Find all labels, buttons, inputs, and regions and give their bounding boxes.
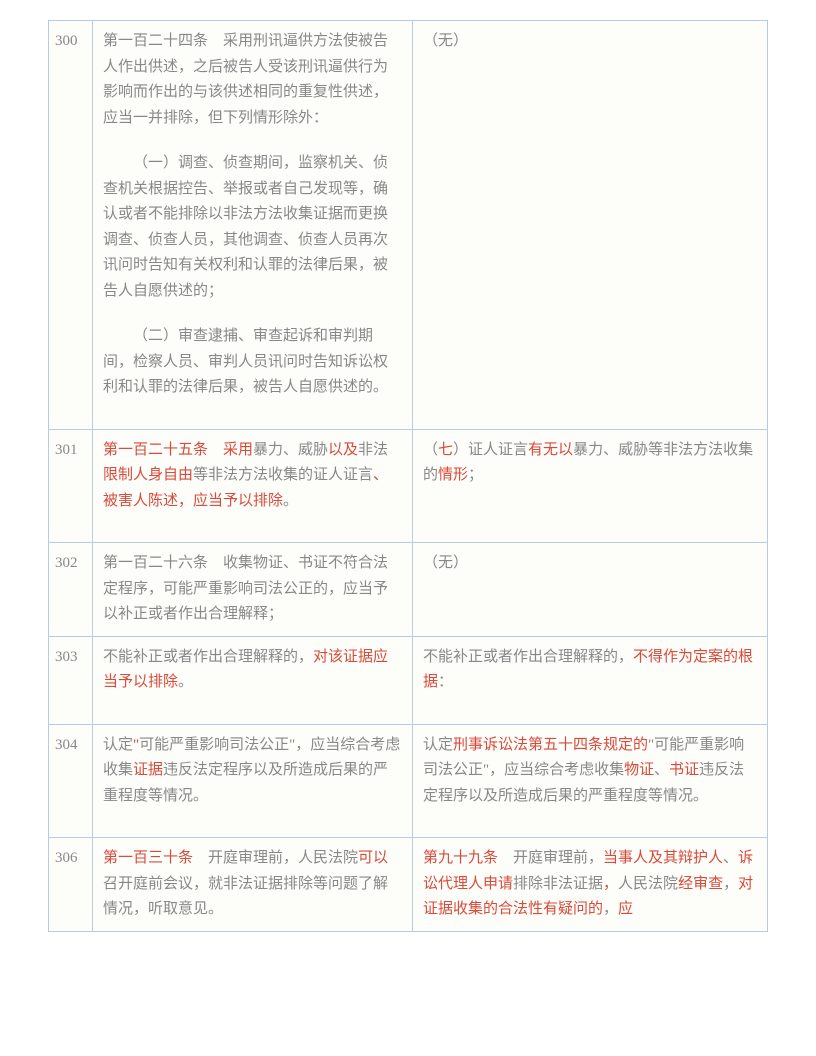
plain-text: 不能补正或者作出合理解释的， <box>423 649 633 665</box>
article-text: 第一百二十六条 收集物证、书证不符合法定程序，可能严重影响司法公正的，应当予以补… <box>103 555 388 622</box>
diff-text: 可以 <box>358 850 388 866</box>
left-cell: 第一百二十四条 采用刑讯逼供方法使被告人作出供述，之后被告人受该刑讯逼供行为影响… <box>93 21 413 430</box>
right-cell: 认定刑事诉讼法第五十四条规定的"可能严重影响司法公正"，应当综合考虑收集物证、书… <box>413 724 768 838</box>
plain-text: 人民法院 <box>618 876 678 892</box>
table-row: 300 第一百二十四条 采用刑讯逼供方法使被告人作出供述，之后被告人受该刑讯逼供… <box>49 21 768 430</box>
right-cell: （七）证人证言有无以暴力、威胁等非法方法收集的情形； <box>413 429 768 543</box>
plain-text: 。 <box>178 674 193 690</box>
plain-text: 、 <box>654 762 669 778</box>
left-cell: 第一百二十五条 采用暴力、威胁以及非法限制人身自由等非法方法收集的证人证言、被害… <box>93 429 413 543</box>
comparison-table: 300 第一百二十四条 采用刑讯逼供方法使被告人作出供述，之后被告人受该刑讯逼供… <box>48 20 768 932</box>
diff-text: 限制人身自由 <box>103 467 193 483</box>
table-row: 304 认定"可能严重影响司法公正"，应当综合考虑收集证据违反法定程序以及所造成… <box>49 724 768 838</box>
left-cell: 第一百三十条 开庭审理前，人民法院可以召开庭前会议，就非法证据排除等问题了解情况… <box>93 838 413 932</box>
plain-text: 等非法方法收集的证人证言 <box>193 467 373 483</box>
row-number: 300 <box>49 21 93 430</box>
diff-text: 七 <box>438 442 453 458</box>
plain-text: ， <box>723 876 738 892</box>
row-number: 302 <box>49 543 93 637</box>
diff-text: 情形 <box>438 467 468 483</box>
plain-text: ）证人证言 <box>453 442 528 458</box>
left-cell: 第一百二十六条 收集物证、书证不符合法定程序，可能严重影响司法公正的，应当予以补… <box>93 543 413 637</box>
row-number: 301 <box>49 429 93 543</box>
legal-comparison-table: 300 第一百二十四条 采用刑讯逼供方法使被告人作出供述，之后被告人受该刑讯逼供… <box>0 0 816 952</box>
left-cell: 不能补正或者作出合理解释的，对该证据应当予以排除。 <box>93 636 413 724</box>
right-cell: 不能补正或者作出合理解释的，不得作为定案的根据： <box>413 636 768 724</box>
diff-text: 第一百二十五条 采用 <box>103 442 253 458</box>
table-row: 303 不能补正或者作出合理解释的，对该证据应当予以排除。 不能补正或者作出合理… <box>49 636 768 724</box>
plain-text: ， <box>603 901 618 917</box>
left-cell: 认定"可能严重影响司法公正"，应当综合考虑收集证据违反法定程序以及所造成后果的严… <box>93 724 413 838</box>
right-cell: （无） <box>413 543 768 637</box>
row-number: 303 <box>49 636 93 724</box>
diff-text: 第九十九条 <box>423 850 498 866</box>
plain-text: 。 <box>283 493 298 509</box>
plain-text: 开庭审理前， <box>498 850 603 866</box>
plain-text: （ <box>423 442 438 458</box>
plain-text: 不能补正或者作出合理解释的， <box>103 649 313 665</box>
diff-text: 刑事诉讼法第五十四条规定的 <box>453 737 648 753</box>
plain-text: 开庭审理前，人民法院 <box>193 850 358 866</box>
right-cell: 第九十九条 开庭审理前，当事人及其辩护人、诉讼代理人申请排除非法证据，人民法院经… <box>413 838 768 932</box>
plain-text: 暴力、威胁 <box>253 442 328 458</box>
clause-2: （二）审查逮捕、审查起诉和审判期间，检察人员、审判人员讯问时告知诉讼权利和认罪的… <box>103 324 402 401</box>
plain-text: 排除非法证据 <box>513 876 603 892</box>
row-number: 304 <box>49 724 93 838</box>
diff-text: 书证 <box>669 762 699 778</box>
none-label: （无） <box>423 555 468 571</box>
table-row: 301 第一百二十五条 采用暴力、威胁以及非法限制人身自由等非法方法收集的证人证… <box>49 429 768 543</box>
diff-text: 有无以 <box>528 442 573 458</box>
row-number: 306 <box>49 838 93 932</box>
plain-text: ； <box>468 467 483 483</box>
plain-text: 认定 <box>423 737 453 753</box>
plain-text: 、 <box>723 850 738 866</box>
table-row: 306 第一百三十条 开庭审理前，人民法院可以召开庭前会议，就非法证据排除等问题… <box>49 838 768 932</box>
diff-text: 以及 <box>328 442 358 458</box>
diff-text: 当事人及其辩护人 <box>603 850 723 866</box>
plain-text: ： <box>438 674 476 690</box>
none-label: （无） <box>423 33 468 49</box>
diff-text: 应 <box>618 901 633 917</box>
diff-text: 物证 <box>624 762 654 778</box>
plain-text: 召开庭前会议，就非法证据排除等问题了解情况，听取意见。 <box>103 876 388 918</box>
plain-text: 非法 <box>358 442 388 458</box>
clause-1: （一）调查、侦查期间，监察机关、侦查机关根据控告、举报或者自己发现等，确认或者不… <box>103 151 402 304</box>
plain-text: 认定 <box>103 737 133 753</box>
diff-text: 第一百三十条 <box>103 850 193 866</box>
right-cell: （无） <box>413 21 768 430</box>
diff-text: 证据 <box>133 762 163 778</box>
table-row: 302 第一百二十六条 收集物证、书证不符合法定程序，可能严重影响司法公正的，应… <box>49 543 768 637</box>
diff-text: ， <box>603 876 618 892</box>
diff-text: 经审查 <box>678 876 723 892</box>
article-text: 第一百二十四条 采用刑讯逼供方法使被告人作出供述，之后被告人受该刑讯逼供行为影响… <box>103 29 402 131</box>
